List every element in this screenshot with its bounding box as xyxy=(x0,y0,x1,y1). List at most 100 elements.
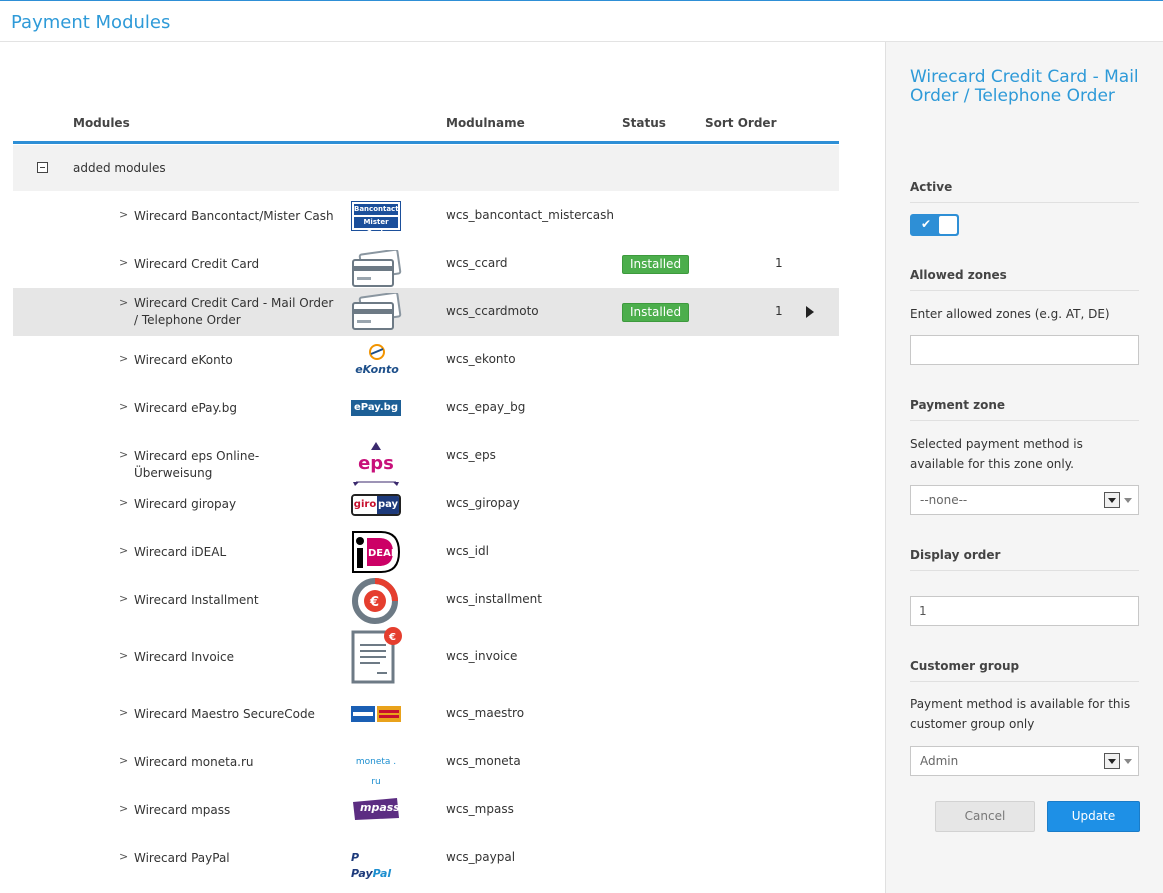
allowed-zones-input[interactable] xyxy=(910,335,1139,365)
table-row[interactable]: > Wirecard giropay giro pay wcs_giropay xyxy=(13,480,839,528)
module-code: wcs_installment xyxy=(446,592,542,606)
module-code: wcs_ccardmoto xyxy=(446,304,539,318)
allowed-zones-help: Enter allowed zones (e.g. AT, DE) xyxy=(910,307,1110,321)
table-row[interactable]: > Wirecard eps Online-Überweisung eps wcs_e… xyxy=(13,432,839,486)
page-title: Payment Modules xyxy=(11,12,171,33)
svg-text:€: € xyxy=(388,632,396,643)
update-button[interactable]: Update xyxy=(1047,801,1140,832)
module-name: Wirecard moneta.ru xyxy=(134,755,254,769)
chevron-right-icon[interactable]: > xyxy=(119,544,128,557)
table-row[interactable]: > Wirecard mpass mpass wcs_mpass xyxy=(13,786,839,834)
module-code: wcs_epay_bg xyxy=(446,400,526,414)
chevron-right-icon[interactable]: > xyxy=(119,802,128,815)
bancontact-logo: Bancontact Mister Cash xyxy=(351,201,401,237)
module-logo: P PayPal xyxy=(351,850,403,880)
module-code: wcs_idl xyxy=(446,544,489,558)
customer-group-help: Payment method is available for this cus… xyxy=(910,697,1131,731)
table-row[interactable]: > Wirecard ePay.bg ePay.bg wcs_epay_bg xyxy=(13,384,839,432)
collapse-icon[interactable] xyxy=(37,162,48,173)
payment-zone-label: Payment zone xyxy=(910,398,1139,421)
installment-logo: € xyxy=(351,574,403,626)
sort-order-value: 1 xyxy=(775,256,783,270)
chevron-right-icon[interactable]: > xyxy=(119,649,128,662)
table-row[interactable]: > Wirecard Installment € wcs_installment xyxy=(13,574,839,626)
chevron-right-icon[interactable]: > xyxy=(119,850,128,863)
module-name: Wirecard PayPal xyxy=(134,851,230,865)
customer-group-select[interactable]: Admin xyxy=(910,746,1139,776)
group-row-added-modules[interactable]: added modules xyxy=(13,145,839,191)
module-logo: eKonto xyxy=(351,344,403,376)
chevron-right-icon[interactable]: > xyxy=(119,352,128,365)
module-code: wcs_maestro xyxy=(446,706,525,720)
module-logo xyxy=(351,291,403,331)
cancel-button[interactable]: Cancel xyxy=(935,801,1035,832)
logo-text: eps xyxy=(358,453,394,474)
sort-order-value: 1 xyxy=(775,304,783,318)
module-name: Wirecard Invoice xyxy=(134,650,234,664)
table-row[interactable]: > Wirecard Bancontact/Mister Cash Banconta… xyxy=(13,192,839,240)
col-modules: Modules xyxy=(73,116,130,130)
module-logo: moneta . ru xyxy=(351,752,401,787)
ekonto-logo: eKonto xyxy=(351,344,403,376)
chevron-right-icon[interactable]: > xyxy=(119,256,128,269)
table-row[interactable]: > Wirecard moneta.ru moneta . ru wcs_moneta xyxy=(13,738,839,787)
module-edit-panel: Wirecard Credit Card - Mail Order / Tele… xyxy=(885,42,1163,893)
eps-logo: eps xyxy=(351,436,401,486)
status-badge: Installed xyxy=(622,255,689,274)
table-header: Modules Modulname Status Sort Order xyxy=(13,108,839,144)
customer-group-value: Admin xyxy=(920,754,959,768)
logo-text: giro xyxy=(353,496,377,514)
chevron-right-icon[interactable]: > xyxy=(119,496,128,509)
module-name: Wirecard ePay.bg xyxy=(134,401,237,415)
table-row[interactable]: > Wirecard Invoice € wcs_invoice xyxy=(13,626,839,688)
chevron-right-icon[interactable]: > xyxy=(119,400,128,413)
module-code: wcs_invoice xyxy=(446,649,518,663)
table-row[interactable]: > Wirecard Credit Card - Mail Order / Tel… xyxy=(13,288,839,336)
chevron-right-icon[interactable]: > xyxy=(119,706,128,719)
status-badge: Installed xyxy=(622,303,689,322)
svg-text:DEAL: DEAL xyxy=(368,548,398,559)
chevron-down-icon xyxy=(1124,498,1132,503)
chevron-right-icon[interactable]: > xyxy=(119,754,128,767)
group-label: added modules xyxy=(73,161,166,175)
module-code: wcs_moneta xyxy=(446,754,521,768)
dropdown-arrow-icon[interactable] xyxy=(1104,753,1120,769)
payment-zone-value: --none-- xyxy=(920,493,968,507)
dropdown-arrow-icon[interactable] xyxy=(1104,492,1120,508)
logo-text: Pay xyxy=(351,867,373,880)
module-logo: DEAL xyxy=(351,530,401,574)
display-order-input[interactable]: 1 xyxy=(910,596,1139,626)
ideal-logo: DEAL xyxy=(351,530,401,574)
chevron-right-icon[interactable]: > xyxy=(119,592,128,605)
svg-text:€: € xyxy=(369,595,379,610)
module-code: wcs_mpass xyxy=(446,802,514,816)
chevron-right-icon[interactable]: > xyxy=(119,296,128,309)
page-header: Payment Modules xyxy=(0,1,1163,42)
module-name: Wirecard Credit Card xyxy=(134,257,260,271)
panel-title: Wirecard Credit Card - Mail Order / Tele… xyxy=(910,67,1139,106)
module-code: wcs_paypal xyxy=(446,850,516,864)
payment-zone-help: Selected payment method is available for… xyxy=(910,437,1083,471)
table-row[interactable]: > Wirecard Credit Card wcs_ccard Installed 1 xyxy=(13,240,839,288)
module-code: wcs_ccard xyxy=(446,256,508,270)
table-row[interactable]: > Wirecard iDEAL DEAL wcs_idl xyxy=(13,528,839,576)
module-code: wcs_giropay xyxy=(446,496,520,510)
giropay-logo: giro pay xyxy=(351,494,401,516)
table-row[interactable]: > Wirecard eKonto eKonto wcs_ekonto xyxy=(13,336,839,384)
epay-logo: ePay.bg xyxy=(351,400,401,416)
logo-text: eKonto xyxy=(355,363,399,376)
chevron-right-icon[interactable]: > xyxy=(119,208,128,221)
table-row[interactable]: > Wirecard PayPal P PayPal wcs_paypal xyxy=(13,834,839,882)
module-name: Wirecard Maestro SecureCode xyxy=(134,707,315,721)
module-name: Wirecard iDEAL xyxy=(134,545,227,559)
module-logo: € xyxy=(351,626,403,684)
chevron-right-icon[interactable]: > xyxy=(119,448,128,461)
module-code: wcs_eps xyxy=(446,448,496,462)
module-name: Wirecard giropay xyxy=(134,497,237,511)
module-code: wcs_bancontact_mistercash xyxy=(446,208,614,222)
logo-text: mpass xyxy=(360,801,400,814)
table-row[interactable]: > Wirecard Maestro SecureCode wcs_maestro xyxy=(13,690,839,738)
payment-zone-select[interactable]: --none-- xyxy=(910,485,1139,515)
check-icon: ✔ xyxy=(921,217,932,231)
active-toggle[interactable]: ✔ xyxy=(910,214,959,236)
